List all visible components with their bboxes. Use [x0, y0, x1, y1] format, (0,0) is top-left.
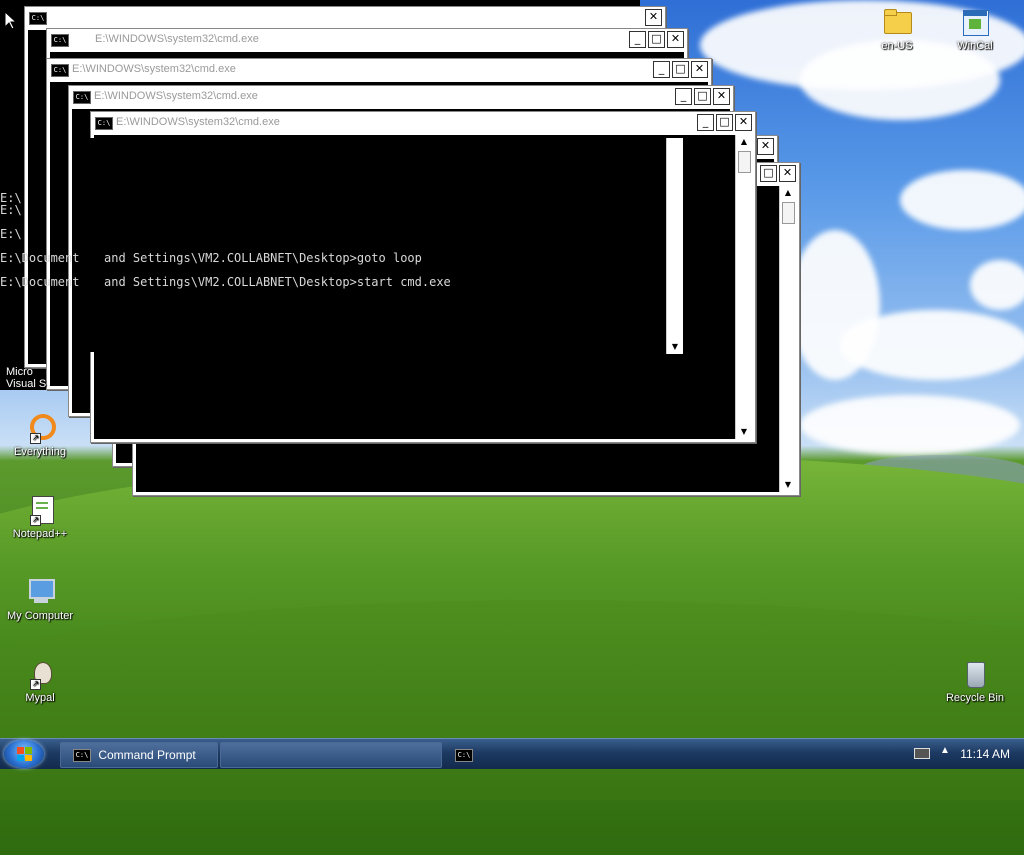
close-button[interactable]: ✕: [779, 165, 796, 182]
maximize-button[interactable]: □: [648, 31, 665, 48]
mypal-icon: ↗: [24, 658, 56, 690]
close-button[interactable]: ✕: [691, 61, 708, 78]
icon-label: WinCal: [957, 40, 993, 52]
vertical-scrollbar[interactable]: ▲ ▼: [779, 186, 796, 492]
title-bar[interactable]: C:\ E:\WINDOWS\system32\cmd.exe _ □ ✕: [69, 86, 733, 108]
icon-label: Recycle Bin: [945, 692, 1005, 704]
calendar-icon: [959, 6, 991, 38]
title-bar[interactable]: C:\ E:\WINDOWS\system32\cmd.exe _ □ ✕: [47, 29, 687, 51]
terminal-line: and Settings\VM2.COLLABNET\Desktop>goto …: [104, 251, 422, 265]
close-button[interactable]: ✕: [757, 138, 774, 155]
icon-label: Everything: [14, 446, 66, 458]
window-title: E:\WINDOWS\system32\cmd.exe: [95, 33, 259, 45]
desktop-icon-my-computer[interactable]: My Computer: [0, 576, 80, 622]
taskbar-command-prompt[interactable]: C:\ Command Prompt: [60, 742, 218, 768]
close-button[interactable]: ✕: [713, 88, 730, 105]
start-button[interactable]: [4, 740, 44, 768]
icon-label: en-US: [881, 40, 913, 52]
taskbar: C:\ Command Prompt C:\ ▲ 11:14 AM: [0, 738, 1024, 769]
maximize-button[interactable]: □: [694, 88, 711, 105]
keyboard-icon[interactable]: [914, 748, 930, 759]
maximize-button[interactable]: □: [716, 114, 733, 131]
scroll-up-arrow[interactable]: ▲: [736, 135, 752, 149]
desktop-icon-wincal[interactable]: WinCal: [935, 6, 1015, 52]
shortcut-arrow-icon: ↗: [30, 515, 41, 526]
icon-label: Micro: [6, 366, 33, 378]
minimize-button[interactable]: _: [697, 114, 714, 131]
recycle-bin-icon: [959, 658, 991, 690]
shortcut-arrow-icon: ↗: [30, 679, 41, 690]
shortcut-arrow-icon: ↗: [30, 433, 41, 444]
scroll-up-arrow[interactable]: ▲: [780, 186, 796, 200]
desktop-icon-notepadpp[interactable]: ↗ Notepad++: [0, 494, 80, 540]
icon-label: Mypal: [25, 692, 55, 704]
system-tray: ▲ 11:14 AM: [912, 739, 1024, 769]
title-bar[interactable]: C:\ E:\WINDOWS\system32\cmd.exe _ □ ✕: [47, 59, 711, 81]
cmd-icon: C:\: [73, 91, 91, 104]
cmd-icon: C:\: [73, 749, 91, 763]
terminal-line: E:\: [0, 203, 22, 217]
scroll-thumb[interactable]: [738, 151, 751, 173]
taskbar-cmd-group[interactable]: [220, 742, 442, 768]
minimize-button[interactable]: _: [653, 61, 670, 78]
console-body[interactable]: [90, 138, 666, 352]
cmd-icon: C:\: [455, 749, 473, 763]
terminal-line: and Settings\VM2.COLLABNET\Desktop>start…: [104, 275, 451, 289]
title-bar[interactable]: C:\ ✕: [25, 7, 665, 29]
mouse-cursor-icon: [5, 12, 17, 30]
desktop-icon-visual-studio[interactable]: Micro Visual S: [0, 366, 86, 390]
scroll-down-arrow[interactable]: ▼: [780, 478, 796, 492]
desktop-icon-en-us[interactable]: en-US: [857, 6, 937, 52]
icon-label: Visual S: [6, 378, 47, 390]
title-bar[interactable]: C:\ E:\WINDOWS\system32\cmd.exe _ □ ✕: [91, 112, 755, 134]
maximize-button[interactable]: □: [672, 61, 689, 78]
cmd-icon: C:\: [51, 64, 69, 77]
cmd-window-overlay[interactable]: ▼: [88, 138, 688, 360]
notepad-icon: ↗: [24, 494, 56, 526]
minimize-button[interactable]: _: [675, 88, 692, 105]
folder-icon: [881, 6, 913, 38]
desktop-icon-mypal[interactable]: ↗ Mypal: [0, 658, 80, 704]
icon-label: My Computer: [6, 610, 74, 622]
minimize-button[interactable]: _: [629, 31, 646, 48]
task-label: Command Prompt: [98, 748, 196, 762]
cmd-icon: C:\: [29, 12, 47, 25]
terminal-line: E:\Document and Settings\VM2.COLLABNET\D…: [0, 251, 80, 265]
taskbar-cmd-small[interactable]: C:\: [444, 742, 486, 768]
computer-icon: [24, 576, 56, 608]
scroll-down-arrow[interactable]: ▼: [667, 340, 683, 354]
clock[interactable]: 11:14 AM: [960, 747, 1010, 761]
window-title: E:\WINDOWS\system32\cmd.exe: [72, 63, 236, 75]
terminal-line: E:\Document and Settings\VM2.COLLABNET\D…: [0, 275, 80, 289]
magnifier-icon: ↗: [24, 412, 56, 444]
maximize-button[interactable]: □: [760, 165, 777, 182]
vertical-scrollbar[interactable]: ▲ ▼: [735, 135, 752, 439]
scroll-thumb[interactable]: [782, 202, 795, 224]
windows-logo-icon: [17, 747, 32, 761]
cmd-icon: C:\: [51, 34, 69, 47]
close-button[interactable]: ✕: [735, 114, 752, 131]
desktop-icon-everything[interactable]: ↗ Everything: [0, 412, 80, 458]
cmd-icon: C:\: [95, 117, 113, 130]
tray-expand-icon[interactable]: ▲: [940, 745, 950, 756]
icon-label: Notepad++: [12, 528, 68, 540]
terminal-line: E:\: [0, 227, 22, 241]
scroll-down-arrow[interactable]: ▼: [736, 425, 752, 439]
close-button[interactable]: ✕: [645, 9, 662, 26]
desktop-icon-recycle-bin[interactable]: Recycle Bin: [935, 658, 1015, 704]
window-title: E:\WINDOWS\system32\cmd.exe: [116, 116, 280, 128]
close-button[interactable]: ✕: [667, 31, 684, 48]
window-title: E:\WINDOWS\system32\cmd.exe: [94, 90, 258, 102]
vertical-scrollbar[interactable]: ▼: [666, 138, 683, 354]
